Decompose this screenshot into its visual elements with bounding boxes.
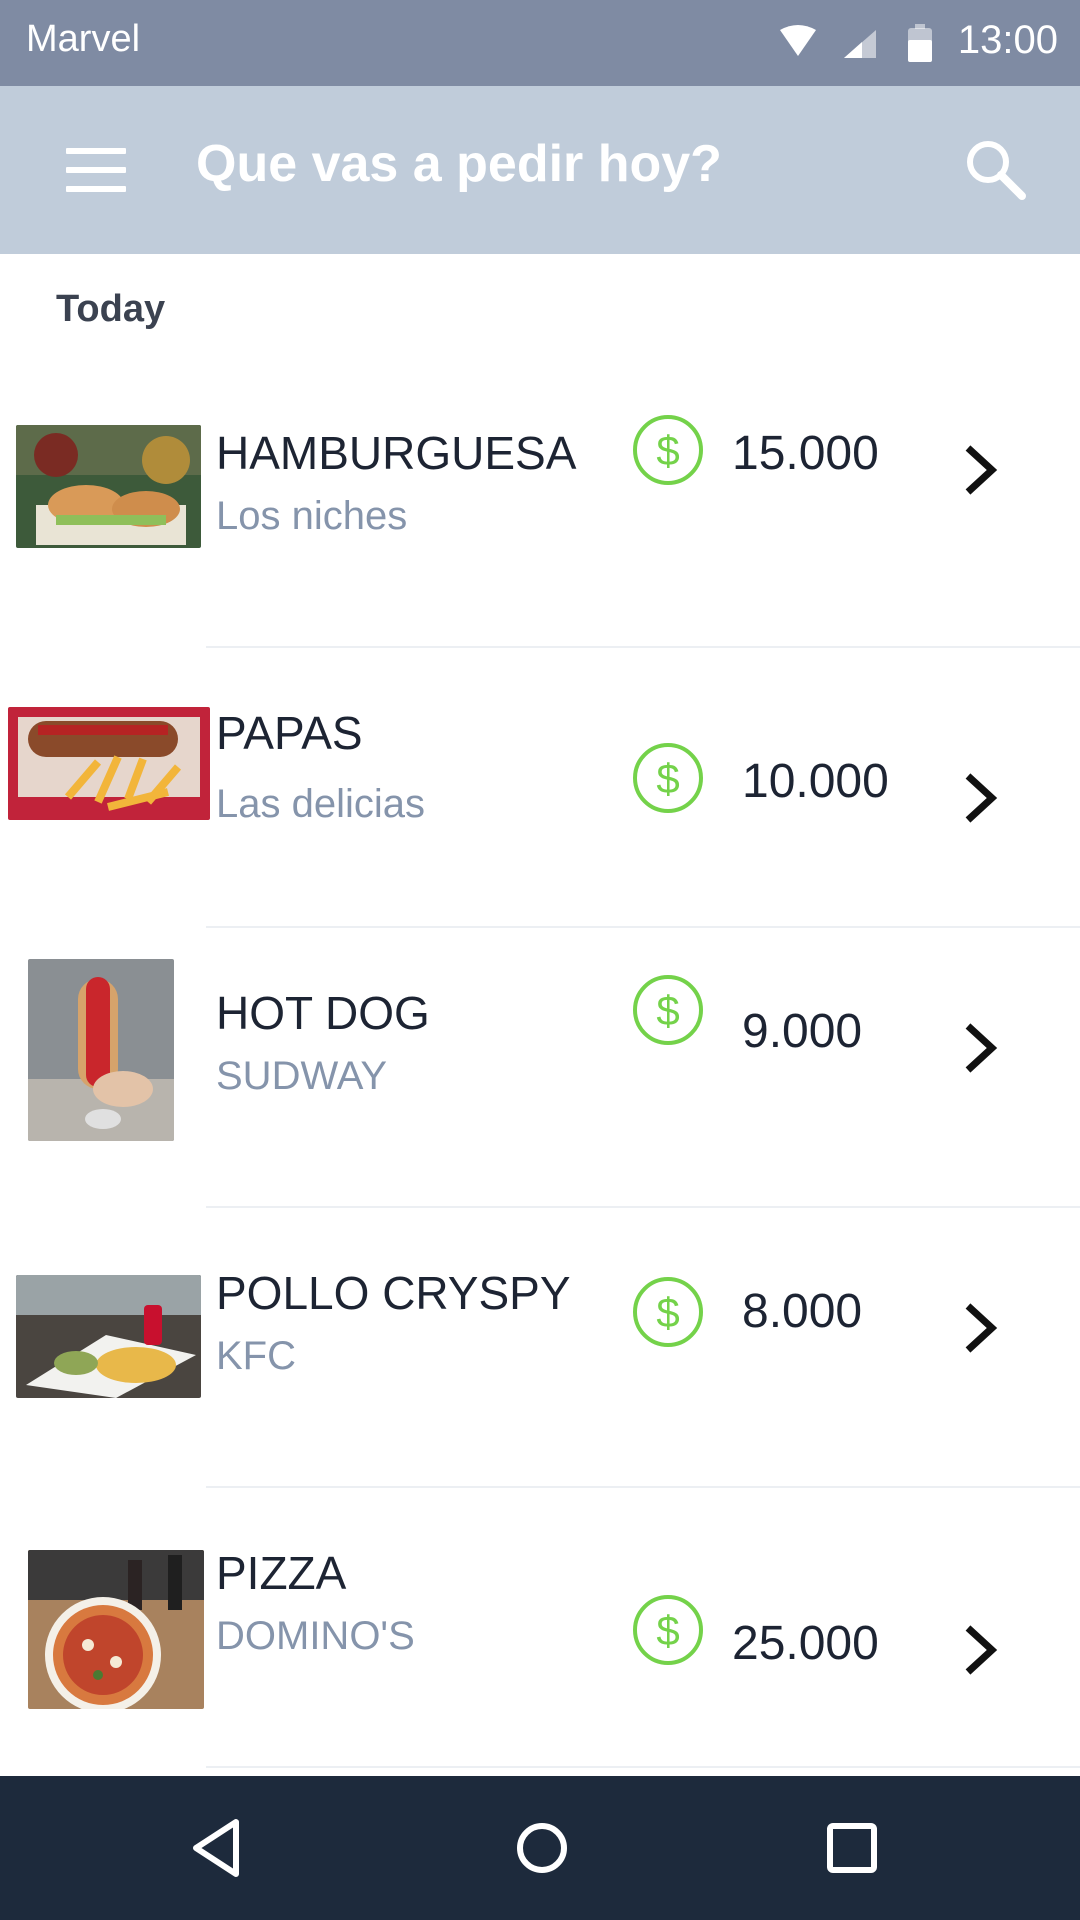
divider (206, 1486, 1080, 1488)
navigation-bar (0, 1776, 1080, 1920)
item-subtitle: Las delicias (216, 782, 426, 826)
dollar-icon: $ (633, 743, 703, 813)
search-icon[interactable] (960, 134, 1030, 204)
item-title: HOT DOG (216, 987, 430, 1039)
item-price: 10.000 (742, 755, 889, 808)
fries-photo (8, 707, 210, 820)
hotdog-photo (28, 959, 174, 1141)
status-time: 13:00 (957, 18, 1058, 62)
list-item[interactable]: HAMBURGUESA Los niches $ 15.000 (0, 400, 1080, 680)
item-subtitle: SUDWAY (216, 1054, 388, 1098)
app-bar: Que vas a pedir hoy? (0, 86, 1080, 254)
item-subtitle: KFC (216, 1334, 296, 1378)
dollar-icon: $ (633, 975, 703, 1045)
item-subtitle: Los niches (216, 494, 408, 538)
list-item[interactable]: HOT DOG SUDWAY $ 9.000 (0, 959, 1080, 1240)
section-header-today: Today (56, 288, 166, 330)
status-bar: Marvel 13:00 (0, 0, 1080, 86)
divider (206, 646, 1080, 648)
svg-text:$: $ (656, 987, 679, 1034)
recents-icon[interactable] (816, 1812, 888, 1884)
item-price: 8.000 (742, 1285, 863, 1338)
back-icon[interactable] (182, 1812, 254, 1884)
chevron-right-icon[interactable] (956, 768, 1004, 828)
status-icons (780, 24, 932, 62)
app-title: Que vas a pedir hoy? (196, 135, 722, 193)
item-title: PIZZA (216, 1547, 347, 1599)
dollar-icon: $ (633, 1277, 703, 1347)
divider (206, 1206, 1080, 1208)
item-price: 15.000 (732, 427, 879, 480)
home-icon[interactable] (506, 1812, 578, 1884)
svg-text:$: $ (656, 1289, 679, 1336)
list-item[interactable]: PIZZA DOMINO'S $ 25.000 (0, 1520, 1080, 1800)
item-price: 25.000 (732, 1617, 879, 1670)
divider (206, 926, 1080, 928)
svg-text:$: $ (656, 427, 679, 474)
dollar-icon: $ (633, 415, 703, 485)
chevron-right-icon[interactable] (956, 1620, 1004, 1680)
item-subtitle: DOMINO'S (216, 1614, 415, 1658)
item-price: 9.000 (742, 1005, 863, 1058)
item-title: POLLO CRYSPY (216, 1267, 571, 1319)
chevron-right-icon[interactable] (956, 440, 1004, 500)
menu-icon[interactable] (60, 140, 132, 200)
signal-icon (844, 30, 876, 58)
chicken-photo (16, 1275, 201, 1398)
svg-text:$: $ (656, 755, 679, 802)
status-app-name: Marvel (26, 18, 141, 60)
chevron-right-icon[interactable] (956, 1018, 1004, 1078)
chevron-right-icon[interactable] (956, 1298, 1004, 1358)
divider (206, 1766, 1080, 1768)
svg-text:$: $ (656, 1607, 679, 1654)
list-item[interactable]: POLLO CRYSPY KFC $ 8.000 (0, 1240, 1080, 1520)
list-item[interactable]: PAPAS Las delicias $ 10.000 (0, 680, 1080, 960)
burger-photo (16, 425, 201, 548)
item-title: PAPAS (216, 707, 363, 759)
battery-icon (908, 24, 932, 62)
pizza-photo (28, 1550, 204, 1709)
item-title: HAMBURGUESA (216, 427, 577, 479)
wifi-icon (780, 25, 816, 56)
dollar-icon: $ (633, 1595, 703, 1665)
